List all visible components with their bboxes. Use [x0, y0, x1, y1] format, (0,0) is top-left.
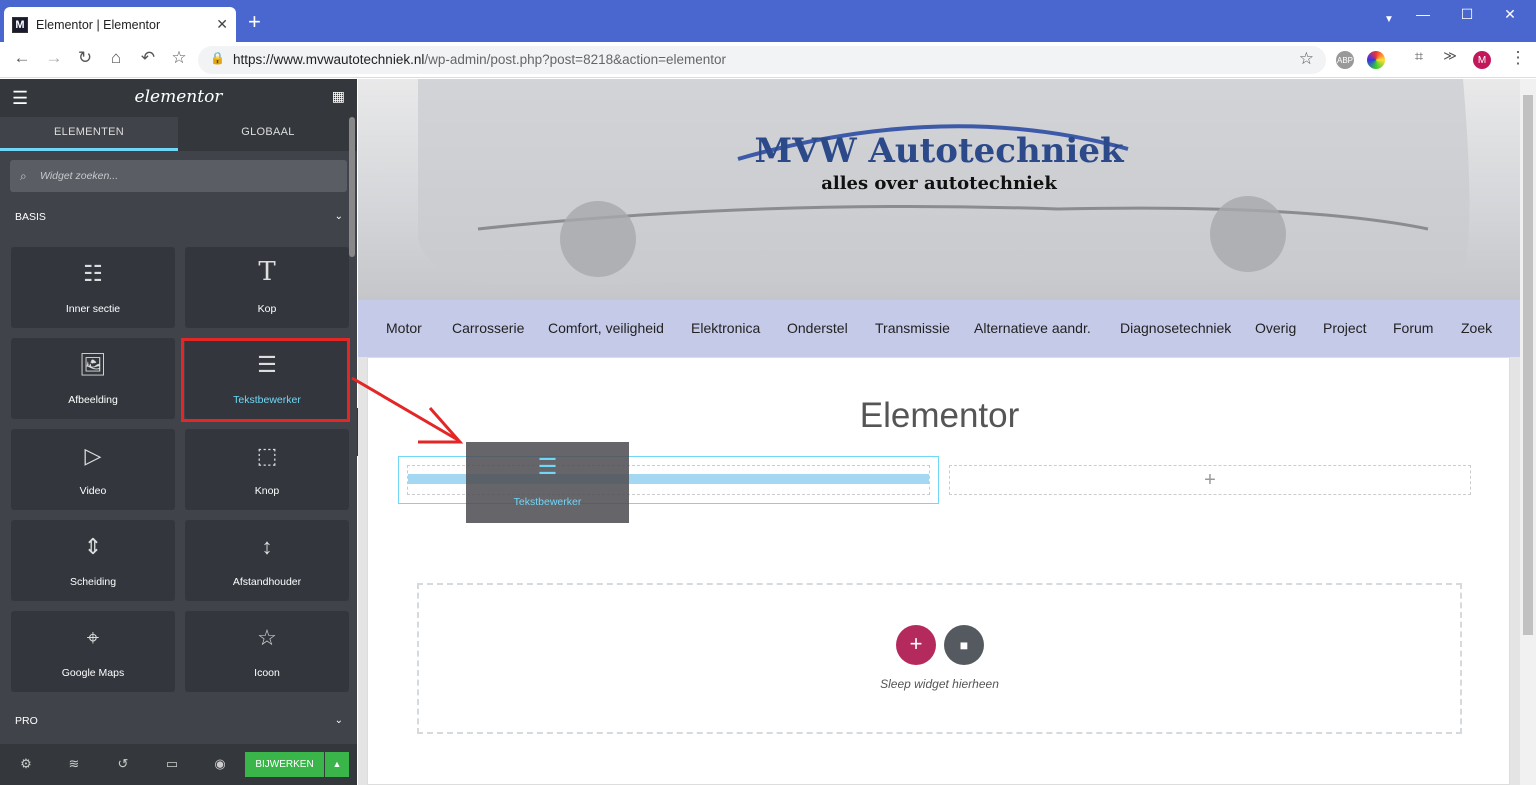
- adblock-icon[interactable]: ABP: [1336, 51, 1354, 69]
- widget-inner-section[interactable]: ☷ Inner sectie: [11, 247, 175, 328]
- page-scrollbar[interactable]: [1520, 79, 1536, 785]
- pocket-icon[interactable]: ≫: [1438, 48, 1462, 64]
- back-icon[interactable]: ←: [10, 48, 34, 68]
- favicon: M: [12, 16, 28, 33]
- category-basis[interactable]: BASIS: [15, 211, 46, 223]
- brand-title: MVW Autotechniek: [754, 131, 1124, 171]
- heading-icon: T: [258, 257, 276, 287]
- widgets-grid-icon[interactable]: ▦: [332, 88, 345, 105]
- crop-icon[interactable]: ⌗: [1407, 48, 1431, 65]
- site-preview: MVW Autotechniek alles over autotechniek…: [358, 79, 1520, 785]
- search-placeholder: Widget zoeken...: [40, 170, 119, 182]
- search-icon: ⌕: [20, 169, 27, 183]
- nav-item[interactable]: Diagnosetechniek: [1120, 320, 1231, 336]
- map-icon: ⌖: [86, 625, 100, 650]
- dragged-widget-label: Tekstbewerker: [513, 496, 582, 508]
- panel-header: ☰ elementor ▦: [0, 79, 357, 117]
- nav-item[interactable]: Alternatieve aandr.: [974, 320, 1091, 336]
- spacer-icon: ↕: [261, 534, 273, 559]
- reload-icon[interactable]: ↻: [73, 48, 97, 68]
- elementor-logo: elementor: [134, 87, 223, 107]
- nav-item[interactable]: Project: [1323, 320, 1367, 336]
- chevron-down-icon[interactable]: ⌄: [335, 715, 343, 726]
- nav-item[interactable]: Transmissie: [875, 320, 950, 336]
- color-picker-icon[interactable]: [1367, 51, 1385, 69]
- divider-icon: ⇕: [83, 534, 103, 559]
- page-title[interactable]: Elementor: [368, 396, 1511, 436]
- widget-video[interactable]: ▷ Video: [11, 429, 175, 510]
- panel-tabs: ELEMENTEN GLOBAAL: [0, 117, 357, 151]
- dragged-widget[interactable]: ☰ Tekstbewerker: [466, 442, 629, 523]
- nav-item[interactable]: Forum: [1393, 320, 1433, 336]
- column-right-add-icon[interactable]: +: [949, 465, 1471, 495]
- home-icon[interactable]: ⌂: [104, 48, 128, 68]
- nav-item[interactable]: Comfort, veiligheid: [548, 320, 664, 336]
- tab-search-icon[interactable]: ▼: [1374, 14, 1404, 25]
- lock-icon: 🔒: [210, 51, 225, 65]
- settings-gear-icon[interactable]: ⚙: [14, 756, 38, 772]
- elementor-panel: ☰ elementor ▦ ELEMENTEN GLOBAAL ⌕ Widget…: [0, 79, 357, 785]
- button-icon: ⬚: [256, 443, 278, 468]
- tab-title: Elementor | Elementor: [36, 17, 161, 32]
- page-content: Elementor + ☰ Tekstbewerker + ■ Sleep wi…: [367, 357, 1510, 785]
- nav-item[interactable]: Elektronica: [691, 320, 760, 336]
- browser-titlebar: M Elementor | Elementor ✕ + ▼ — ☐ ✕: [0, 0, 1536, 42]
- image-icon: 🖼: [79, 352, 107, 377]
- undo-icon[interactable]: ↶: [136, 48, 160, 68]
- brand-subtitle: alles over autotechniek: [821, 173, 1057, 194]
- widget-search-input[interactable]: ⌕ Widget zoeken...: [10, 160, 347, 192]
- nav-item[interactable]: Overig: [1255, 320, 1296, 336]
- navigator-layers-icon[interactable]: ≋: [62, 756, 86, 772]
- widget-heading[interactable]: T Kop: [185, 247, 349, 328]
- widget-image[interactable]: 🖼 Afbeelding: [11, 338, 175, 419]
- text-editor-icon: ☰: [537, 454, 558, 479]
- tab-globaal[interactable]: GLOBAAL: [179, 117, 357, 151]
- nav-item[interactable]: Onderstel: [787, 320, 848, 336]
- new-tab-button[interactable]: +: [248, 11, 261, 33]
- menu-icon[interactable]: ⋮: [1506, 48, 1530, 68]
- profile-avatar[interactable]: M: [1473, 51, 1491, 69]
- responsive-desktop-icon[interactable]: ▭: [160, 756, 184, 772]
- widget-button[interactable]: ⬚ Knop: [185, 429, 349, 510]
- main-nav: Motor Carrosserie Comfort, veiligheid El…: [358, 300, 1520, 357]
- update-button[interactable]: BIJWERKEN: [245, 752, 324, 777]
- red-arrow-annotation: [351, 376, 464, 444]
- close-window-icon[interactable]: ✕: [1495, 6, 1525, 23]
- preview-eye-icon[interactable]: ◉: [208, 756, 232, 772]
- nav-item[interactable]: Zoek: [1461, 320, 1492, 336]
- header-banner: MVW Autotechniek alles over autotechniek: [358, 79, 1520, 300]
- panel-footer: ⚙ ≋ ↺ ▭ ◉ BIJWERKEN ▲: [0, 744, 357, 785]
- address-bar[interactable]: 🔒 https://www.mvwautotechniek.nl/wp-admi…: [198, 46, 1326, 74]
- browser-toolbar: ← → ↻ ⌂ ↶ ☆ 🔒 https://www.mvwautotechnie…: [0, 42, 1536, 78]
- inner-section-icon: ☷: [83, 261, 103, 286]
- nav-item[interactable]: Carrosserie: [452, 320, 524, 336]
- drop-hint: Sleep widget hierheen: [880, 677, 999, 691]
- close-tab-icon[interactable]: ✕: [216, 16, 228, 33]
- add-template-folder-icon[interactable]: ■: [944, 625, 984, 665]
- widget-google-maps[interactable]: ⌖ Google Maps: [11, 611, 175, 692]
- url-text: https://www.mvwautotechniek.nl/wp-admin/…: [233, 52, 727, 67]
- widget-icon[interactable]: ☆ Icoon: [185, 611, 349, 692]
- bookmark-icon[interactable]: ☆: [167, 48, 191, 68]
- history-icon[interactable]: ↺: [111, 756, 135, 772]
- category-pro[interactable]: PRO: [15, 715, 38, 727]
- scrollbar-thumb[interactable]: [1523, 95, 1533, 635]
- widget-spacer[interactable]: ↕ Afstandhouder: [185, 520, 349, 601]
- add-section-button[interactable]: +: [896, 625, 936, 665]
- browser-tab[interactable]: M Elementor | Elementor ✕: [4, 7, 236, 42]
- forward-icon[interactable]: →: [42, 48, 66, 68]
- video-icon: ▷: [84, 443, 102, 468]
- drop-zone[interactable]: + ■ Sleep widget hierheen: [417, 583, 1462, 734]
- nav-item[interactable]: Motor: [386, 320, 422, 336]
- minimize-icon[interactable]: —: [1408, 6, 1438, 22]
- star-icon: ☆: [257, 625, 277, 650]
- highlight-box: [181, 338, 350, 422]
- bookmark-star-icon[interactable]: ☆: [1299, 49, 1314, 69]
- tab-elementen[interactable]: ELEMENTEN: [0, 117, 178, 151]
- save-options-chevron-icon[interactable]: ▲: [325, 752, 349, 777]
- chevron-down-icon[interactable]: ⌄: [335, 211, 343, 222]
- widget-divider[interactable]: ⇕ Scheiding: [11, 520, 175, 601]
- maximize-icon[interactable]: ☐: [1452, 6, 1482, 23]
- panel-scrollbar[interactable]: [349, 117, 355, 257]
